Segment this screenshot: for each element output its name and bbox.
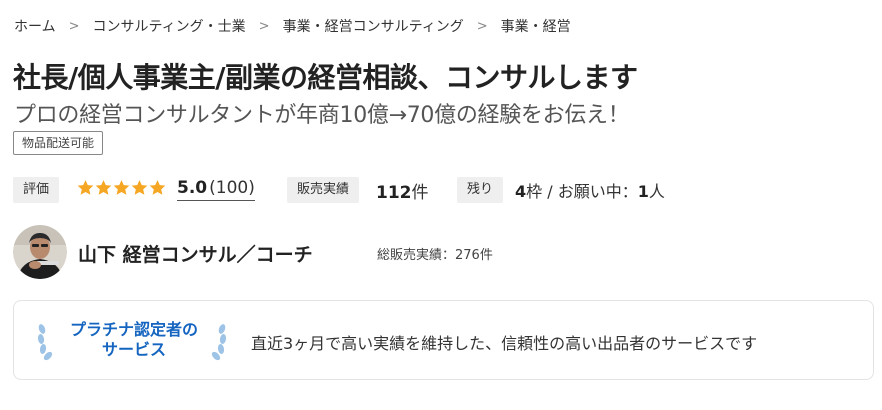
sales-unit: 件 <box>411 183 429 203</box>
service-subtitle: プロの経営コンサルタントが年商10億→70億の経験をお伝え！ <box>14 103 630 128</box>
seller-photo <box>13 225 67 279</box>
sales-label: 販売実績 <box>287 177 360 203</box>
rating-link[interactable]: 5.0 (100) <box>177 178 255 201</box>
sales-count: 112件 <box>376 178 429 203</box>
service-stats: 評価 5.0 (100) 販売実績 112件 残り 4枠 / お願い中：1人 <box>13 175 873 205</box>
breadcrumb-separator: > <box>258 18 270 34</box>
sales-value: 112 <box>376 183 412 203</box>
star-icon <box>77 180 94 195</box>
rating-count: (100) <box>209 178 255 198</box>
shipping-available-tag: 物品配送可能 <box>13 131 104 155</box>
breadcrumb: ホーム > コンサルティング・士業 > 事業・経営コンサルティング > 事業・経… <box>14 15 571 37</box>
rating-stars <box>77 179 167 196</box>
breadcrumb-consulting[interactable]: コンサルティング・士業 <box>93 16 246 36</box>
breadcrumb-separator: > <box>476 18 488 34</box>
badge-line2: サービス <box>101 340 166 359</box>
seller-total-sales: 総販売実績：276件 <box>377 248 493 263</box>
platinum-description: 直近3ヶ月で高い実績を維持した、信頼性の高い出品者のサービスです <box>251 334 758 353</box>
seller-name[interactable]: 山下 経営コンサル／コーチ <box>78 240 313 267</box>
breadcrumb-business-consulting[interactable]: 事業・経営コンサルティング <box>283 16 464 36</box>
remaining-slots: 4枠 / お願い中：1人 <box>515 178 665 202</box>
seller-avatar[interactable] <box>13 225 67 279</box>
star-icon <box>113 180 130 195</box>
laurel-right-icon <box>211 324 227 361</box>
star-icon <box>149 180 166 195</box>
rating-value: 5.0 <box>177 178 208 198</box>
star-icon <box>95 180 112 195</box>
remaining-label: 残り <box>457 177 504 203</box>
badge-line1: プラチナ認定者の <box>69 320 198 339</box>
platinum-badge: プラチナ認定者の サービス <box>56 320 212 360</box>
requests-value: 1 <box>637 182 649 201</box>
breadcrumb-business[interactable]: 事業・経営 <box>501 16 571 36</box>
rating-label: 評価 <box>13 177 60 203</box>
remain-unit: 枠 / お願い中： <box>526 182 638 201</box>
seller-info: 山下 経営コンサル／コーチ 総販売実績：276件 <box>13 223 713 283</box>
service-title: 社長/個人事業主/副業の経営相談、コンサルします <box>13 61 638 94</box>
star-icon <box>131 180 148 195</box>
breadcrumb-home[interactable]: ホーム <box>14 16 56 36</box>
platinum-banner: プラチナ認定者の サービス 直近3ヶ月で高い実績を維持した、信頼性の高い出品者の… <box>13 300 874 380</box>
requests-unit: 人 <box>648 182 665 201</box>
breadcrumb-separator: > <box>68 18 80 34</box>
remain-value: 4 <box>515 182 527 201</box>
laurel-left-icon <box>37 324 53 361</box>
